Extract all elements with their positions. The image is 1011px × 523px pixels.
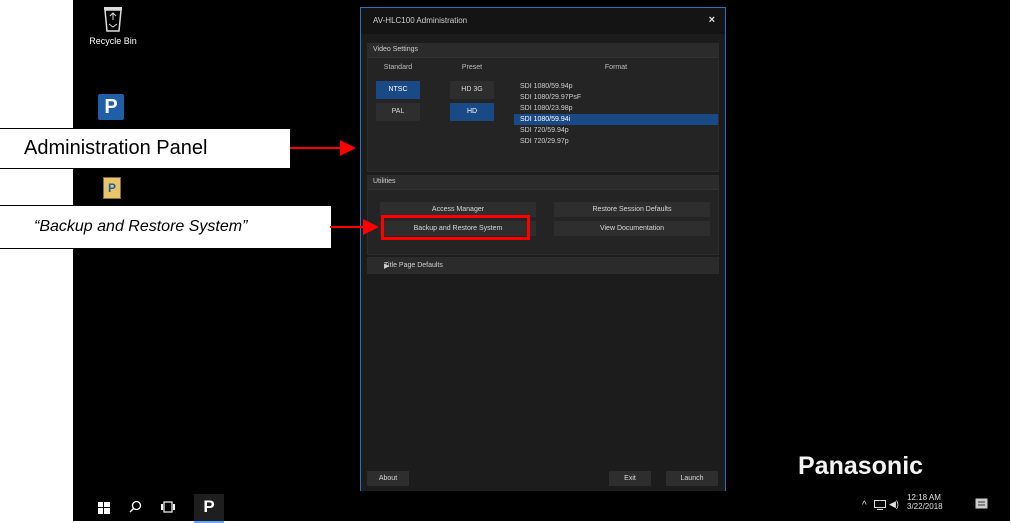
taskbar-app-p[interactable]: P [194,494,224,523]
task-view-icon[interactable] [161,500,175,518]
chevron-up-icon[interactable]: ^ [862,500,867,511]
taskbar: P ^ ◀) 12:18 AM 3/22/2018 [73,491,1010,523]
notification-icon[interactable] [975,498,988,513]
search-icon[interactable] [129,500,142,518]
windows-start-icon[interactable] [98,501,110,519]
clock-time: 12:18 AM [907,493,941,502]
network-icon[interactable] [874,500,886,512]
clock-date: 3/22/2018 [907,502,943,511]
volume-icon[interactable]: ◀) [889,499,899,510]
annotation-arrows [290,140,379,235]
backup-highlight-box [381,215,530,240]
app-p-icon: P [203,497,215,516]
system-clock[interactable]: 12:18 AM 3/22/2018 [907,493,943,511]
panasonic-logo: Panasonic [798,452,924,480]
